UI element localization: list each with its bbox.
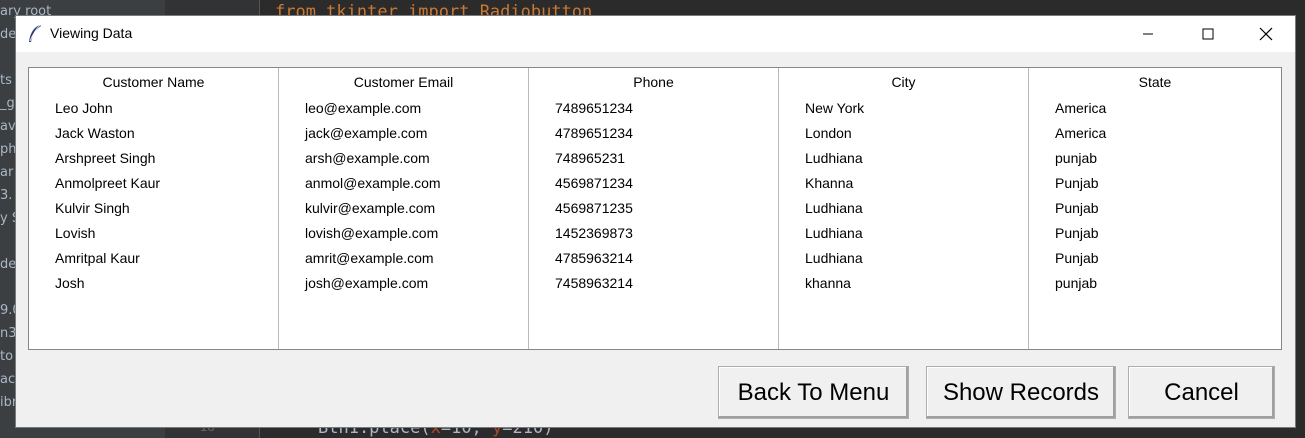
feather-icon bbox=[29, 24, 41, 42]
table-cell[interactable]: Kulvir Singh bbox=[29, 196, 278, 221]
table-cell[interactable]: Ludhiana bbox=[779, 221, 1028, 246]
minimize-button[interactable] bbox=[1119, 16, 1177, 52]
table-cell[interactable]: New York bbox=[779, 96, 1028, 121]
table-cell[interactable]: 1452369873 bbox=[529, 221, 778, 246]
table-cell[interactable]: jack@example.com bbox=[279, 121, 528, 146]
maximize-button[interactable] bbox=[1179, 16, 1237, 52]
minimize-icon bbox=[1143, 33, 1153, 35]
table-cell[interactable]: Punjab bbox=[1029, 196, 1281, 221]
table-cell[interactable]: lovish@example.com bbox=[279, 221, 528, 246]
column-header[interactable]: State bbox=[1029, 68, 1281, 96]
table-column: Customer Name Leo John Jack Waston Arshpree… bbox=[29, 68, 279, 349]
table-cell[interactable]: leo@example.com bbox=[279, 96, 528, 121]
table-cell[interactable]: Lovish bbox=[29, 221, 278, 246]
close-button[interactable] bbox=[1237, 16, 1295, 52]
table-cell[interactable]: America bbox=[1029, 121, 1281, 146]
table-cell[interactable]: punjab bbox=[1029, 146, 1281, 171]
table-cell[interactable]: Josh bbox=[29, 271, 278, 296]
table-cell[interactable]: Ludhiana bbox=[779, 196, 1028, 221]
table-cell[interactable]: Ludhiana bbox=[779, 146, 1028, 171]
close-icon bbox=[1259, 27, 1273, 41]
table-cell[interactable]: josh@example.com bbox=[279, 271, 528, 296]
title-bar[interactable]: Viewing Data bbox=[16, 16, 1295, 52]
table-cell[interactable]: 7489651234 bbox=[529, 96, 778, 121]
table-cell[interactable]: Ludhiana bbox=[779, 246, 1028, 271]
table-column: State America America punjab Punjab Punjab Pun… bbox=[1029, 68, 1281, 349]
table-cell[interactable]: amrit@example.com bbox=[279, 246, 528, 271]
table-cell[interactable]: Punjab bbox=[1029, 246, 1281, 271]
table-cell[interactable]: 748965231 bbox=[529, 146, 778, 171]
records-table[interactable]: Customer Name Leo John Jack Waston Arshpree… bbox=[28, 67, 1282, 350]
column-header[interactable]: Customer Email bbox=[279, 68, 528, 96]
window-title: Viewing Data bbox=[50, 25, 133, 41]
table-column: Customer Email leo@example.com jack@exampl… bbox=[279, 68, 529, 349]
viewing-data-window: Viewing Data Customer Name Leo John Jack W… bbox=[15, 15, 1296, 428]
table-cell[interactable]: Jack Waston bbox=[29, 121, 278, 146]
table-cell[interactable]: Anmolpreet Kaur bbox=[29, 171, 278, 196]
table-cell[interactable]: 4569871235 bbox=[529, 196, 778, 221]
cancel-button[interactable]: Cancel bbox=[1128, 366, 1275, 419]
table-cell[interactable]: 4569871234 bbox=[529, 171, 778, 196]
table-cell[interactable]: 4789651234 bbox=[529, 121, 778, 146]
table-cell[interactable]: 4785963214 bbox=[529, 246, 778, 271]
table-cell[interactable]: London bbox=[779, 121, 1028, 146]
table-cell[interactable]: arsh@example.com bbox=[279, 146, 528, 171]
table-cell[interactable]: kulvir@example.com bbox=[279, 196, 528, 221]
table-cell[interactable]: Khanna bbox=[779, 171, 1028, 196]
table-cell[interactable]: 7458963214 bbox=[529, 271, 778, 296]
table-cell[interactable]: anmol@example.com bbox=[279, 171, 528, 196]
table-column: Phone 7489651234 4789651234 748965231 456987… bbox=[529, 68, 779, 349]
maximize-icon bbox=[1202, 28, 1214, 40]
table-cell[interactable]: Arshpreet Singh bbox=[29, 146, 278, 171]
back-to-menu-button[interactable]: Back To Menu bbox=[718, 366, 909, 419]
table-cell[interactable]: punjab bbox=[1029, 271, 1281, 296]
table-cell[interactable]: khanna bbox=[779, 271, 1028, 296]
column-header[interactable]: Phone bbox=[529, 68, 778, 96]
table-cell[interactable]: Punjab bbox=[1029, 221, 1281, 246]
column-header[interactable]: City bbox=[779, 68, 1028, 96]
table-cell[interactable]: America bbox=[1029, 96, 1281, 121]
table-cell[interactable]: Leo John bbox=[29, 96, 278, 121]
table-cell[interactable]: Punjab bbox=[1029, 171, 1281, 196]
show-records-button[interactable]: Show Records bbox=[926, 366, 1116, 419]
table-cell[interactable]: Amritpal Kaur bbox=[29, 246, 278, 271]
column-header[interactable]: Customer Name bbox=[29, 68, 278, 96]
table-column: City New York London Ludhiana Khanna Ludhiana… bbox=[779, 68, 1029, 349]
